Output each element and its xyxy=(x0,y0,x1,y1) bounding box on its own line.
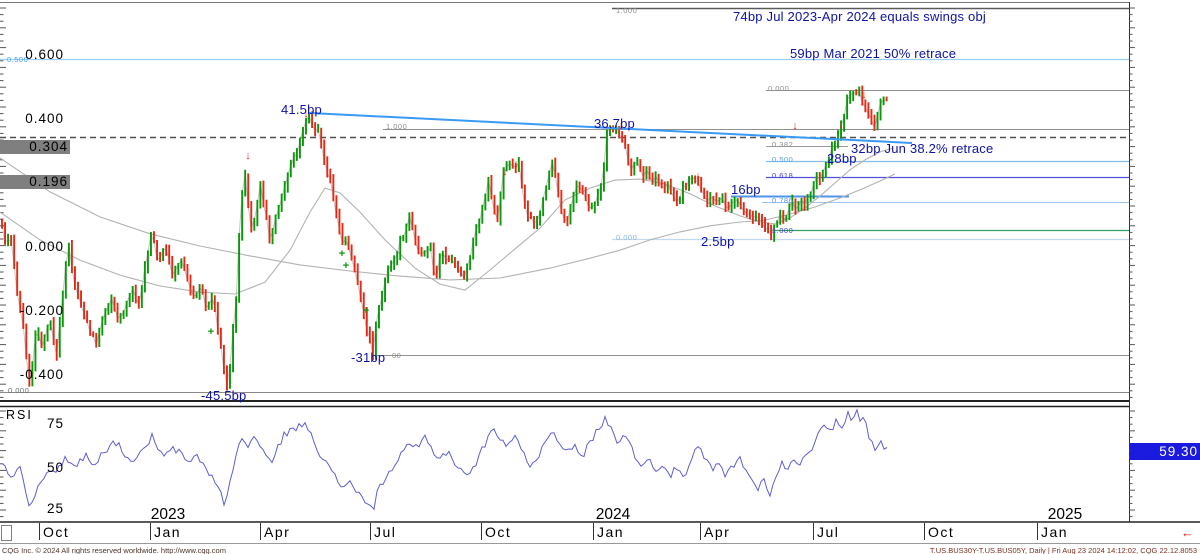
sell-arrow-icon: ↓ xyxy=(245,150,251,162)
annotation-16bp: 16bp xyxy=(731,182,761,197)
month-label-apr: Apr xyxy=(704,524,730,540)
annotation--31bp: -31bp xyxy=(351,350,385,365)
price-axis-label: 0.600 xyxy=(0,47,64,62)
rsi-line xyxy=(2,410,887,510)
annotation-36-7bp: 36.7bp xyxy=(594,116,635,131)
month-label-jan: Jan xyxy=(1041,524,1068,540)
month-label-jan: Jan xyxy=(597,524,624,540)
fib-level-label: 0.000 xyxy=(616,233,637,242)
rsi-study-label: RSI xyxy=(6,408,33,422)
status-bar: CQG Inc. © 2024 All rights reserved worl… xyxy=(0,544,1200,554)
sell-arrow-icon: ↓ xyxy=(513,158,519,170)
sell-arrow-icon: ↓ xyxy=(695,170,701,182)
corner-resize-handle[interactable] xyxy=(1,525,12,541)
fib-level-label: 0.786 xyxy=(772,196,793,205)
fib-level-label: 1.000 xyxy=(772,226,793,235)
scroll-left-arrow-icon[interactable]: ← xyxy=(1181,525,1194,540)
ma-slow-line xyxy=(0,158,895,280)
annotation-41-5bp: 41.5bp xyxy=(281,102,322,117)
annotation-74bp-jul-2023-apr-2024-equals-swings-obj: 74bp Jul 2023-Apr 2024 equals swings obj xyxy=(733,9,986,24)
rsi-value-badge: 59.30 xyxy=(1130,443,1200,460)
month-label-oct: Oct xyxy=(43,524,69,540)
month-label-jan: Jan xyxy=(154,524,181,540)
annotation-59bp-mar-2021-50-retrace: 59bp Mar 2021 50% retrace xyxy=(790,46,956,61)
month-label-jul: Jul xyxy=(817,524,839,540)
buy-plus-icon: + xyxy=(208,326,214,338)
sell-arrow-icon: ↓ xyxy=(838,119,844,131)
price-axis-label: 0.000 xyxy=(0,239,64,254)
fib-level-label: 0.000 xyxy=(8,386,29,395)
price-axis-label: -0.400 xyxy=(0,367,64,382)
price-axis-label: 0.400 xyxy=(0,111,64,126)
fib-level-label: 0.618 xyxy=(772,171,793,180)
month-label-jul: Jul xyxy=(374,524,396,540)
annotation-2-5bp: 2.5bp xyxy=(701,234,735,249)
status-copyright: CQG Inc. © 2024 All rights reserved worl… xyxy=(2,546,226,554)
buy-plus-icon: + xyxy=(343,260,349,272)
annotation-32bp-jun-38-2-retrace: 32bp Jun 38.2% retrace xyxy=(851,141,993,156)
annotation-28bp: 28bp xyxy=(827,151,857,166)
rsi-axis-label: 50 xyxy=(0,460,64,475)
status-symbol-timestamp: T.US.BUS30Y-T.US.BUS05Y, Daily | Fri Aug… xyxy=(930,546,1197,554)
sell-arrow-icon: ↓ xyxy=(502,166,508,178)
year-label-2023: 2023 xyxy=(151,506,185,524)
fib-level-label: 00 xyxy=(392,351,401,360)
rsi-axis-label: 25 xyxy=(0,501,64,516)
buy-plus-icon: + xyxy=(339,248,345,260)
fib-level-label: 0.000 xyxy=(768,84,789,93)
sell-arrow-icon: ↓ xyxy=(861,89,867,101)
month-label-oct: Oct xyxy=(928,524,954,540)
fib-level-label: 1.000 xyxy=(386,122,407,131)
month-label-apr: Apr xyxy=(264,524,290,540)
price-axis-label: -0.200 xyxy=(0,303,64,318)
buy-plus-icon: + xyxy=(363,305,369,317)
year-label-2025: 2025 xyxy=(1048,506,1082,524)
cqg-chart-window: ↓↓↓↓↓↓↓↓↓++++ 74bp Jul 2023-Apr 2024 equ… xyxy=(0,0,1200,554)
sell-arrow-icon: ↓ xyxy=(792,120,798,132)
annotation--45-5bp: -45.5bp xyxy=(201,388,247,403)
fib-level-label: 1.000 xyxy=(616,6,637,15)
price-axis-highlight-label: 0.196 xyxy=(0,175,70,189)
year-label-2024: 2024 xyxy=(596,506,630,524)
price-axis-highlight-label: 0.304 xyxy=(0,140,70,154)
fib-level-label: 0.382 xyxy=(772,140,793,149)
month-label-oct: Oct xyxy=(485,524,511,540)
price-chart-canvas[interactable]: ↓↓↓↓↓↓↓↓↓++++ xyxy=(0,0,1200,554)
fib-level-label: 0.500 xyxy=(772,155,793,164)
